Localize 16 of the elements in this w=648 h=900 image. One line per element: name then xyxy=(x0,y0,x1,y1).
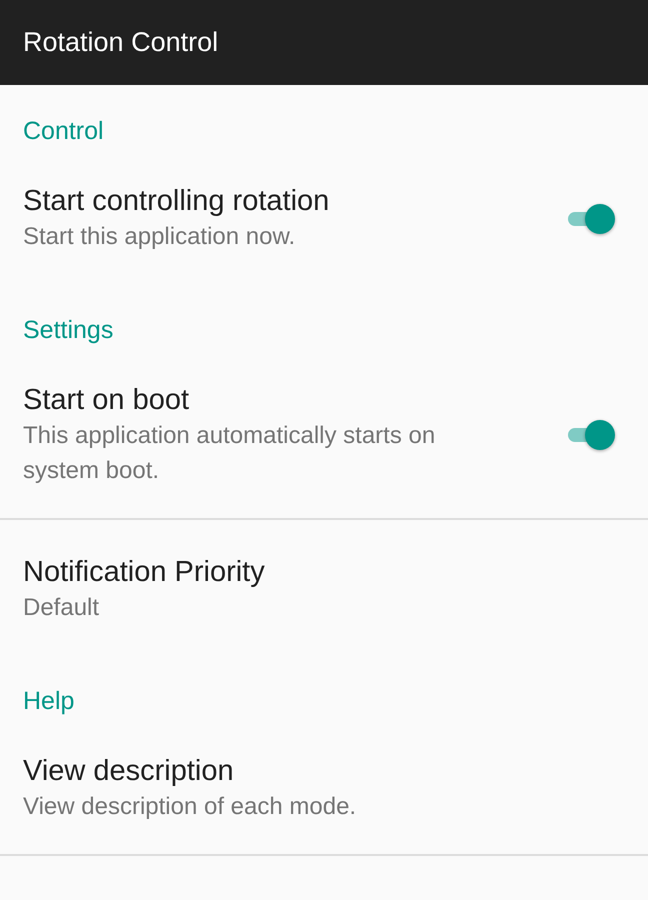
preference-summary: Default xyxy=(23,593,100,623)
section-header: Settings xyxy=(22,315,114,346)
preference-title: View description xyxy=(23,754,235,789)
preference-title: Start on boot xyxy=(23,383,190,418)
app-title: Rotation Control xyxy=(23,27,218,58)
preference-summary: This application automatically starts on system boot. xyxy=(23,421,436,486)
preference-item[interactable]: Start controlling rotation Start this application now. xyxy=(0,157,648,284)
section-header: Help xyxy=(22,686,76,717)
preference-summary: Start this application now. xyxy=(23,222,296,252)
preference-title: Notification Priority xyxy=(23,555,266,590)
preference-item[interactable]: Start on boot This application automatically starts on system boot. xyxy=(0,356,648,518)
preference-summary: View description of each mode. xyxy=(23,792,358,822)
preference-title: Start controlling rotation xyxy=(23,184,330,219)
section-header: Control xyxy=(22,116,105,147)
preference-item[interactable]: View description View description of each mode. xyxy=(0,727,648,854)
preference-item[interactable]: Notification Priority Default xyxy=(0,528,648,655)
